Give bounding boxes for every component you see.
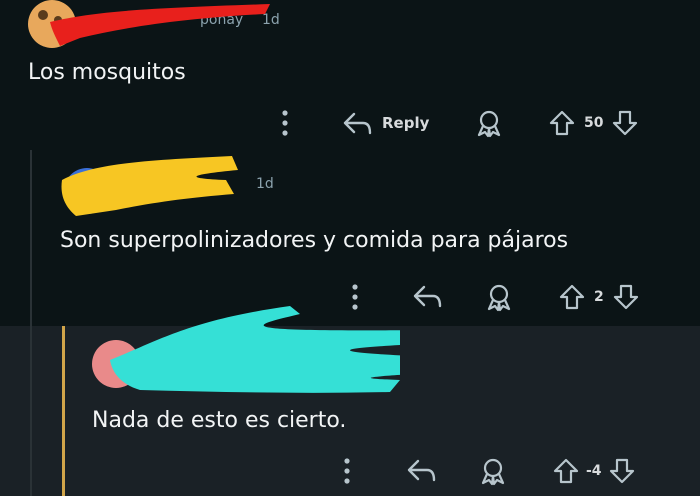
timestamp: 1d — [256, 176, 274, 192]
award-icon[interactable] — [478, 456, 508, 486]
award-icon[interactable] — [484, 282, 514, 312]
comment-body: Son superpolinizadores y comida para páj… — [60, 228, 569, 253]
vote-controls: 2 — [558, 282, 640, 312]
upvote-icon[interactable] — [558, 283, 586, 311]
highlight-bar — [62, 326, 65, 496]
upvote-icon[interactable] — [548, 109, 576, 137]
reply-button[interactable]: Reply — [342, 110, 429, 136]
downvote-icon[interactable] — [612, 283, 640, 311]
reply-icon[interactable] — [406, 458, 436, 482]
vote-score: -4 — [586, 463, 602, 479]
more-icon[interactable] — [280, 110, 290, 136]
vote-score: 50 — [584, 115, 604, 131]
vote-score: 2 — [594, 289, 604, 305]
reply-icon — [343, 112, 372, 135]
redaction-scribble — [61, 156, 238, 216]
thread-line-inner — [30, 326, 32, 496]
comment-body: Nada de esto es cierto. — [92, 408, 347, 433]
downvote-icon[interactable] — [608, 457, 636, 485]
more-icon[interactable] — [342, 458, 352, 484]
reply-label: Reply — [382, 114, 430, 132]
comment-body: Los mosquitos — [28, 60, 186, 85]
reply-icon[interactable] — [412, 284, 442, 308]
award-icon[interactable] — [474, 108, 504, 138]
downvote-icon[interactable] — [611, 109, 639, 137]
upvote-icon[interactable] — [552, 457, 580, 485]
vote-controls: -4 — [552, 456, 636, 486]
vote-controls: 50 — [548, 108, 639, 138]
redaction-scribble — [110, 306, 400, 393]
redaction-scribble — [50, 4, 270, 46]
